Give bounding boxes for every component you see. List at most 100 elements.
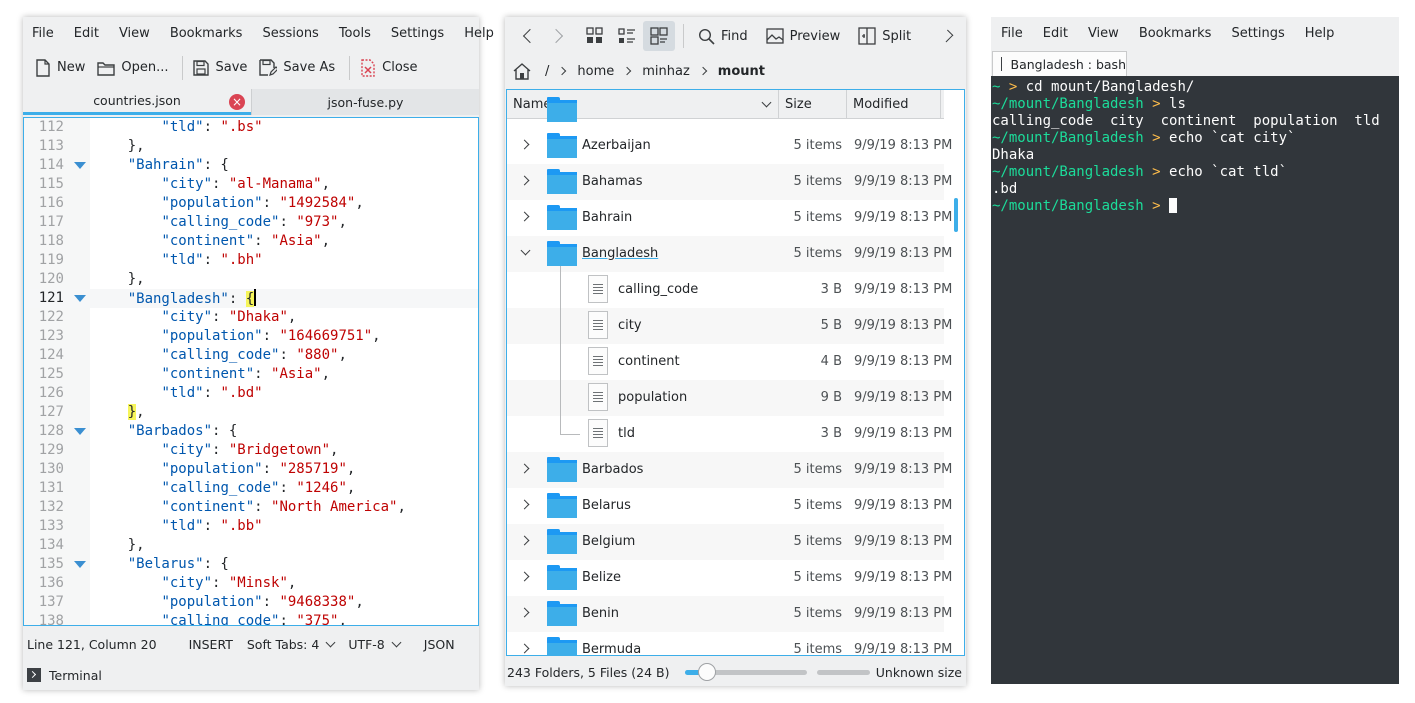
menu-file[interactable]: File (23, 17, 64, 51)
encoding-setting[interactable]: UTF-8 (348, 637, 384, 652)
code-line[interactable]: 116 "population": "1492584", (24, 194, 478, 213)
menu-file[interactable]: File (991, 17, 1033, 51)
code-line[interactable]: 129 "city": "Bridgetown", (24, 441, 478, 460)
menu-tools[interactable]: Tools (329, 17, 381, 51)
code-line[interactable]: 112 "tld": ".bs" (24, 118, 478, 137)
folder-row[interactable]: Belize 5 items 9/9/19 8:13 PM (507, 560, 952, 596)
code-line[interactable]: 133 "tld": ".bb" (24, 517, 478, 536)
chevron-right-icon[interactable] (519, 499, 530, 510)
tab-countries-json[interactable]: countries.json × (23, 89, 251, 115)
folder-row[interactable]: Bahamas 5 items 9/9/19 8:13 PM (507, 164, 952, 200)
code-line[interactable]: 136 "city": "Minsk", (24, 574, 478, 593)
code-line[interactable]: 117 "calling_code": "973", (24, 213, 478, 232)
home-icon[interactable] (513, 62, 531, 80)
menu-bookmarks[interactable]: Bookmarks (1129, 17, 1222, 51)
chevron-right-icon[interactable] (519, 139, 530, 150)
code-line[interactable]: 138 "calling_code": "375", (24, 612, 478, 625)
chevron-right-icon[interactable] (519, 175, 530, 186)
code-line[interactable]: 114 "Bahrain": { (24, 156, 478, 175)
compact-view-button[interactable] (611, 21, 643, 51)
folder-row[interactable]: Bangladesh 5 items 9/9/19 8:13 PM (507, 236, 952, 272)
syntax-mode[interactable]: JSON (424, 637, 455, 652)
icons-view-button[interactable] (579, 21, 611, 51)
code-line[interactable]: 124 "calling_code": "880", (24, 346, 478, 365)
preview-button[interactable]: Preview (760, 21, 847, 51)
folder-row[interactable]: Belarus 5 items 9/9/19 8:13 PM (507, 488, 952, 524)
code-line[interactable]: 131 "calling_code": "1246", (24, 479, 478, 498)
zoom-slider[interactable] (685, 662, 807, 681)
menu-help[interactable]: Help (1295, 17, 1345, 51)
code-line[interactable]: 113 }, (24, 137, 478, 156)
close-button[interactable]: Close (360, 54, 425, 82)
folder-row[interactable]: Belgium 5 items 9/9/19 8:13 PM (507, 524, 952, 560)
breadcrumb-mount[interactable]: mount (718, 64, 765, 79)
zoom-slider-handle[interactable] (697, 662, 716, 681)
code-line[interactable]: 126 "tld": ".bd" (24, 384, 478, 403)
chevron-right-icon[interactable] (519, 643, 530, 654)
tab-bangladesh-bash[interactable]: Bangladesh : bash (992, 51, 1127, 76)
indentation-setting[interactable]: Soft Tabs: 4 (247, 637, 319, 652)
forward-button[interactable] (543, 21, 573, 51)
file-row[interactable]: continent 4 B 9/9/19 8:13 PM (507, 344, 952, 380)
code-line[interactable]: 118 "continent": "Asia", (24, 232, 478, 251)
fold-marker-icon[interactable] (74, 428, 86, 435)
save-as-button[interactable]: Save As (259, 54, 343, 82)
file-row[interactable]: population 9 B 9/9/19 8:13 PM (507, 380, 952, 416)
breadcrumb-minhaz[interactable]: minhaz (642, 64, 690, 79)
breadcrumb-home[interactable]: home (577, 64, 614, 79)
code-line[interactable]: 134 }, (24, 536, 478, 555)
code-line[interactable]: 115 "city": "al-Manama", (24, 175, 478, 194)
chevron-down-icon[interactable] (520, 245, 531, 256)
folder-row[interactable]: Bermuda 5 items 9/9/19 8:13 PM (507, 632, 952, 655)
find-button[interactable]: Find (692, 21, 754, 51)
menu-bookmarks[interactable]: Bookmarks (160, 17, 253, 51)
chevron-right-icon[interactable] (519, 535, 530, 546)
menu-settings[interactable]: Settings (381, 17, 454, 51)
folder-row[interactable]: Benin 5 items 9/9/19 8:13 PM (507, 596, 952, 632)
fold-marker-icon[interactable] (74, 561, 86, 568)
folder-row[interactable]: Barbados 5 items 9/9/19 8:13 PM (507, 452, 952, 488)
folder-row[interactable]: Bahrain 5 items 9/9/19 8:13 PM (507, 200, 952, 236)
code-line[interactable]: 121 "Bangladesh": { (24, 289, 478, 308)
chevron-down-icon[interactable] (391, 637, 402, 648)
terminal-toolview-button[interactable]: Terminal (27, 664, 102, 686)
code-line[interactable]: 130 "population": "285719", (24, 460, 478, 479)
new-button[interactable]: New (35, 54, 93, 82)
code-line[interactable]: 123 "population": "164669751", (24, 327, 478, 346)
chevron-right-icon[interactable] (519, 607, 530, 618)
terminal-output[interactable]: ~ > cd mount/Bangladesh/~/mount/Banglade… (991, 76, 1399, 684)
code-line[interactable]: 127 }, (24, 403, 478, 422)
save-button[interactable]: Save (193, 54, 255, 82)
code-line[interactable]: 135 "Belarus": { (24, 555, 478, 574)
chevron-right-icon[interactable] (519, 211, 530, 222)
split-button[interactable]: Split (852, 21, 917, 51)
tab-close-icon[interactable]: × (229, 94, 245, 110)
fold-marker-icon[interactable] (74, 162, 86, 169)
more-toolbar-button[interactable] (937, 21, 961, 51)
menu-edit[interactable]: Edit (1033, 17, 1078, 51)
chevron-right-icon[interactable] (519, 463, 530, 474)
scrollbar-thumb[interactable] (954, 198, 958, 232)
menu-view[interactable]: View (109, 17, 160, 51)
chevron-right-icon[interactable] (519, 571, 530, 582)
code-line[interactable]: 120 }, (24, 270, 478, 289)
list-item-partial[interactable] (507, 92, 944, 128)
tab-json-fuse-py[interactable]: json-fuse.py (251, 89, 479, 115)
code-line[interactable]: 132 "continent": "North America", (24, 498, 478, 517)
code-line[interactable]: 125 "continent": "Asia", (24, 365, 478, 384)
code-editor[interactable]: 112 "tld": ".bs" 113 }, 114 "Bahrain": {11… (23, 117, 479, 626)
file-row[interactable]: calling_code 3 B 9/9/19 8:13 PM (507, 272, 952, 308)
chevron-down-icon[interactable] (325, 637, 336, 648)
menu-help[interactable]: Help (454, 17, 504, 51)
code-line[interactable]: 128 "Barbados": { (24, 422, 478, 441)
input-mode[interactable]: INSERT (189, 637, 233, 652)
menu-settings[interactable]: Settings (1221, 17, 1294, 51)
code-line[interactable]: 137 "population": "9468338", (24, 593, 478, 612)
cursor-position[interactable]: Line 121, Column 20 (27, 637, 157, 652)
menu-sessions[interactable]: Sessions (252, 17, 328, 51)
breadcrumb-root[interactable]: / (545, 64, 549, 79)
back-button[interactable] (513, 21, 543, 51)
folder-row[interactable]: Azerbaijan 5 items 9/9/19 8:13 PM (507, 128, 952, 164)
code-line[interactable]: 119 "tld": ".bh" (24, 251, 478, 270)
menu-edit[interactable]: Edit (64, 17, 109, 51)
